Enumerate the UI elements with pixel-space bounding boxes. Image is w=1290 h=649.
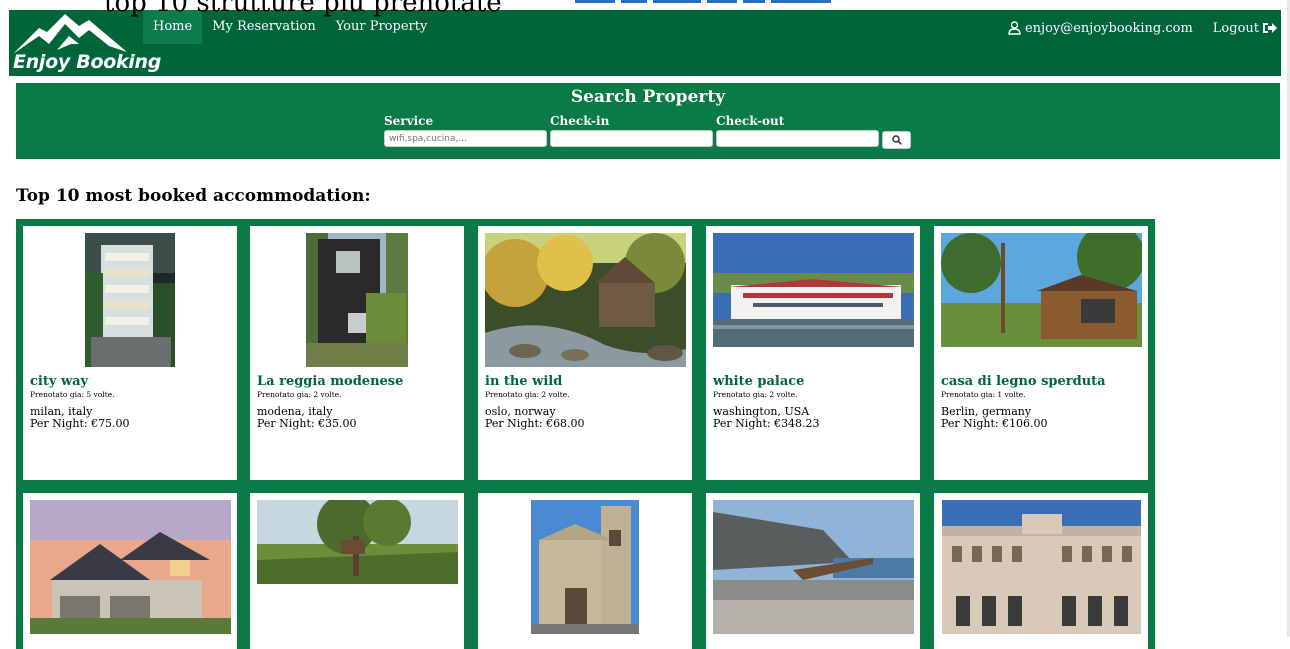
property-photo [85, 233, 175, 367]
property-photo [712, 500, 914, 634]
property-card[interactable]: white palace Prenotato gia: 2 volte. was… [706, 226, 920, 480]
service-label: Service [384, 114, 434, 128]
property-price: Per Night: €75.00 [30, 417, 130, 430]
property-grid: city way Prenotato gia: 5 volte. milan, … [16, 219, 1155, 649]
property-photo [531, 500, 639, 634]
checkin-label: Check-in [550, 114, 610, 128]
property-booked-count: Prenotato gia: 1 volte. [941, 390, 1026, 399]
property-card[interactable]: La reggia modenese Prenotato gia: 2 volt… [250, 226, 464, 480]
property-card[interactable] [250, 493, 464, 649]
checkout-input[interactable] [716, 130, 879, 147]
property-price: Per Night: €68.00 [485, 417, 585, 430]
property-name[interactable]: casa di legno sperduta [941, 374, 1106, 389]
user-icon [1008, 21, 1021, 35]
service-input[interactable] [384, 130, 547, 147]
property-photo [941, 500, 1141, 634]
search-icon [891, 135, 902, 145]
brand[interactable]: Enjoy Booking [9, 10, 161, 76]
property-price: Per Night: €35.00 [257, 417, 357, 430]
property-card[interactable] [934, 493, 1148, 649]
section-title: Top 10 most booked accommodation: [16, 186, 371, 206]
property-name[interactable]: in the wild [485, 374, 562, 389]
checkin-field: Check-in [550, 114, 713, 147]
property-price: Per Night: €106.00 [941, 417, 1048, 430]
user-email: enjoy@enjoybooking.com [1024, 20, 1193, 36]
overlay-heading: top 10 strutture più prenotate [104, 0, 502, 18]
property-photo [712, 233, 914, 347]
search-panel: Search Property Service Check-in Check-o… [16, 83, 1280, 159]
property-booked-count: Prenotato gia: 2 volte. [485, 390, 570, 399]
checkin-input[interactable] [550, 130, 713, 147]
user-account[interactable]: enjoy@enjoybooking.com [1008, 21, 1193, 36]
property-booked-count: Prenotato gia: 2 volte. [713, 390, 798, 399]
property-photo [484, 233, 686, 367]
property-card[interactable] [478, 493, 692, 649]
overlay-link-fragment [575, 0, 875, 8]
property-card[interactable]: in the wild Prenotato gia: 2 volte. oslo… [478, 226, 692, 480]
logout-label: Logout [1212, 20, 1259, 36]
property-photo [306, 233, 408, 367]
property-card[interactable] [23, 493, 237, 649]
nav-right: enjoy@enjoybooking.com Logout [1008, 10, 1277, 46]
top-navbar: Enjoy Booking Home My Reservation Your P… [9, 10, 1281, 76]
service-field: Service [384, 114, 547, 147]
logout-icon [1263, 23, 1277, 33]
checkout-label: Check-out [716, 114, 785, 128]
logout-link[interactable]: Logout [1213, 21, 1277, 36]
search-button[interactable] [882, 131, 911, 149]
search-title: Search Property [570, 87, 726, 107]
property-booked-count: Prenotato gia: 2 volte. [257, 390, 342, 399]
brand-name: Enjoy Booking [13, 51, 162, 73]
property-price: Per Night: €348.23 [713, 417, 820, 430]
property-name[interactable]: white palace [713, 374, 804, 389]
checkout-field: Check-out [716, 114, 879, 147]
property-card[interactable]: casa di legno sperduta Prenotato gia: 1 … [934, 226, 1148, 480]
property-booked-count: Prenotato gia: 5 volte. [30, 390, 115, 399]
property-name[interactable]: city way [30, 374, 88, 389]
property-card[interactable] [706, 493, 920, 649]
property-photo [256, 500, 458, 584]
property-name[interactable]: La reggia modenese [257, 374, 403, 389]
property-card[interactable]: city way Prenotato gia: 5 volte. milan, … [23, 226, 237, 480]
property-photo [940, 233, 1142, 347]
property-photo [29, 500, 231, 634]
